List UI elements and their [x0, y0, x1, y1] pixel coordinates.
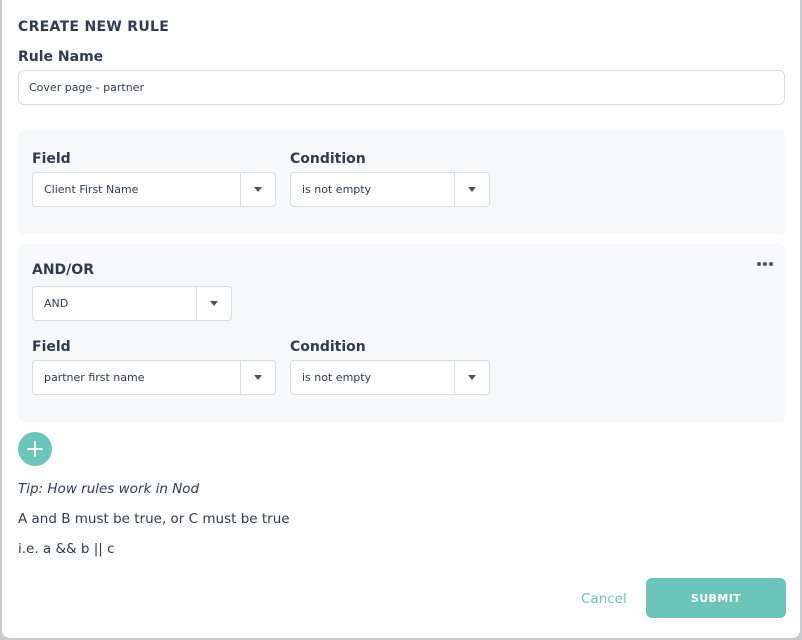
chevron-down-icon[interactable] — [240, 173, 275, 206]
condition-panel-1: Field Client First Name Condition is not… — [18, 130, 785, 234]
field-select[interactable]: Client First Name — [32, 172, 276, 207]
field-label: Field — [32, 151, 71, 167]
condition-label: Condition — [290, 151, 366, 167]
create-rule-modal: CREATE NEW RULE Rule Name Field Client F… — [2, 0, 800, 638]
add-condition-button[interactable] — [18, 432, 52, 466]
field-select-value: Client First Name — [44, 183, 139, 196]
chevron-down-icon[interactable] — [454, 173, 489, 206]
tip-line-1: A and B must be true, or C must be true — [18, 511, 290, 527]
more-horizontal-icon[interactable] — [757, 262, 773, 266]
condition-label: Condition — [290, 339, 366, 355]
chevron-down-icon[interactable] — [196, 287, 231, 320]
andor-select[interactable]: AND — [32, 286, 232, 321]
tip-line-2: i.e. a && b || c — [18, 541, 115, 557]
cancel-button[interactable]: Cancel — [581, 591, 627, 607]
andor-select-value: AND — [44, 297, 69, 310]
chevron-down-icon[interactable] — [454, 361, 489, 394]
field-select[interactable]: partner first name — [32, 360, 276, 395]
andor-label: AND/OR — [32, 262, 94, 278]
modal-title: CREATE NEW RULE — [18, 19, 170, 35]
field-select-value: partner first name — [44, 371, 145, 384]
condition-select-value: is not empty — [302, 183, 372, 196]
condition-select[interactable]: is not empty — [290, 360, 490, 395]
tip-heading: Tip: How rules work in Nod — [18, 481, 200, 497]
condition-select-value: is not empty — [302, 371, 372, 384]
chevron-down-icon[interactable] — [240, 361, 275, 394]
submit-button[interactable]: SUBMIT — [646, 578, 786, 618]
field-label: Field — [32, 339, 71, 355]
rule-name-input[interactable] — [18, 70, 785, 105]
condition-panel-2: AND/OR AND Field partner first name Cond… — [18, 244, 785, 422]
condition-select[interactable]: is not empty — [290, 172, 490, 207]
rule-name-label: Rule Name — [18, 49, 104, 65]
